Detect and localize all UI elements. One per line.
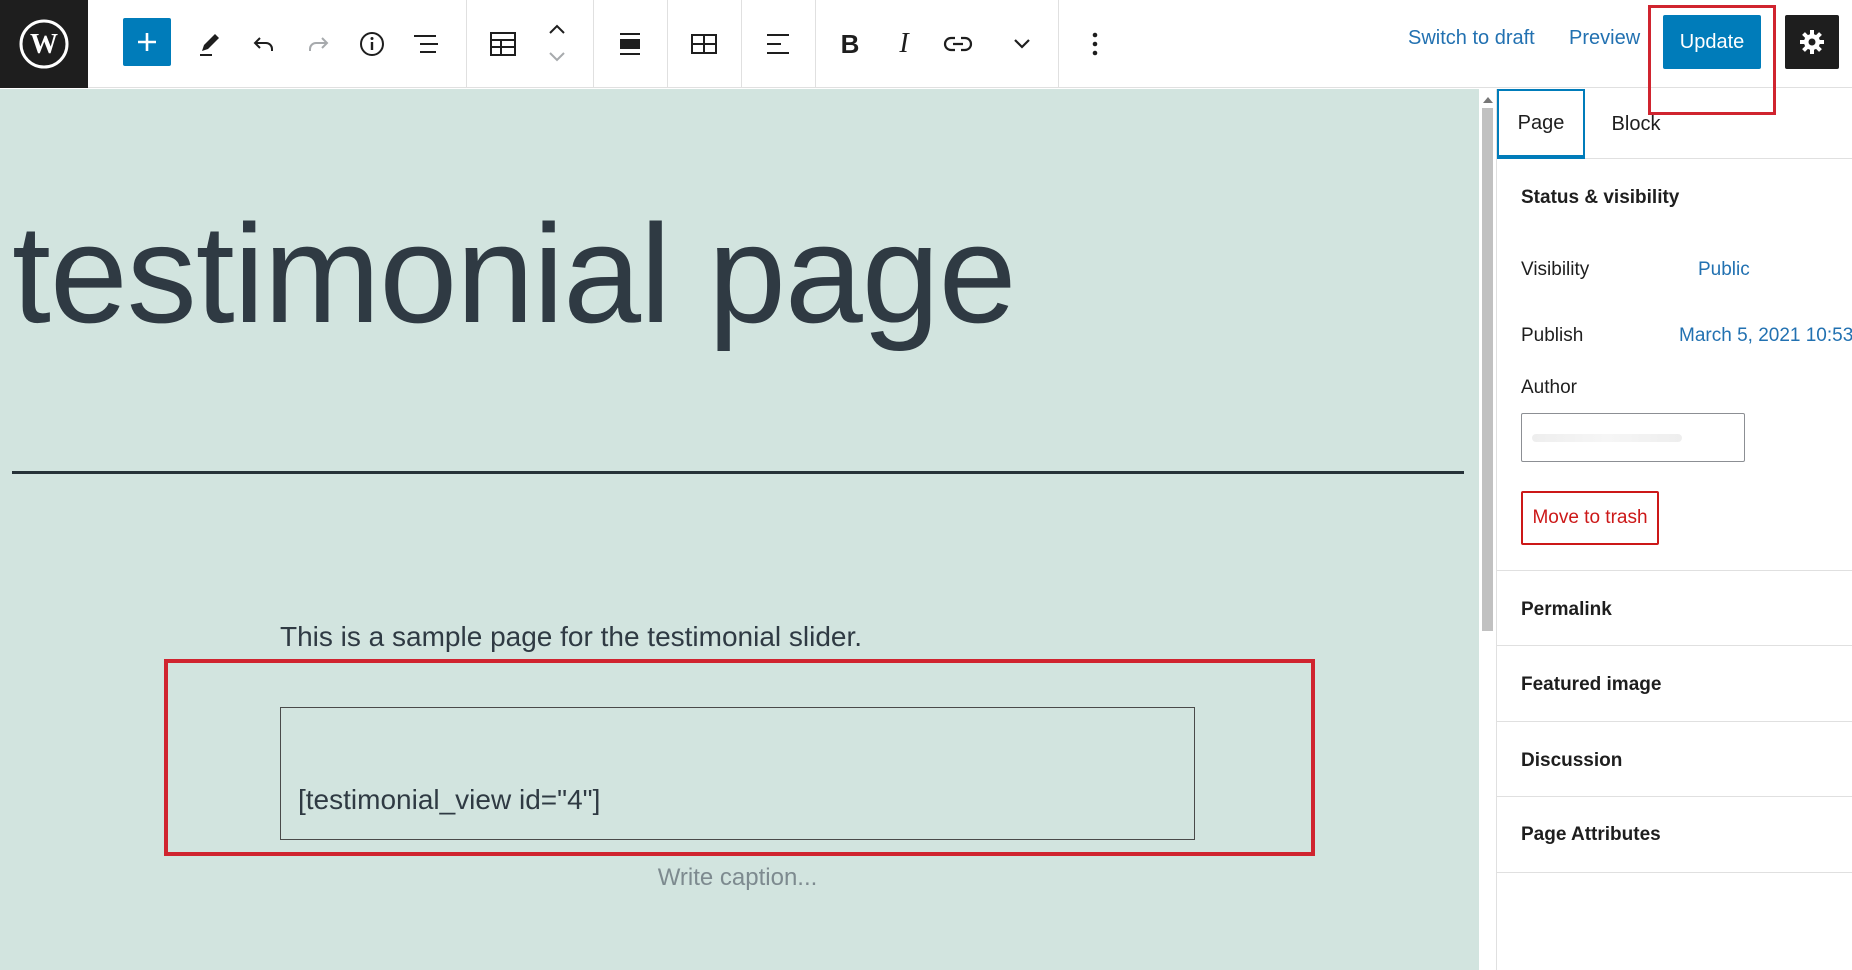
align-button[interactable]: [603, 17, 657, 71]
intro-paragraph[interactable]: This is a sample page for the testimonia…: [280, 621, 862, 653]
chevron-down-icon: [1014, 39, 1030, 49]
separator-block[interactable]: [12, 471, 1464, 474]
sidebar-tabs: Page Block: [1497, 89, 1852, 159]
gear-icon: [1800, 30, 1824, 54]
list-view-button[interactable]: [399, 17, 453, 71]
move-up-button[interactable]: [530, 14, 584, 44]
undo-icon: [253, 37, 273, 51]
tools-button[interactable]: [183, 17, 237, 71]
move-down-icon: [549, 52, 565, 62]
move-up-icon: [549, 24, 565, 34]
tab-page[interactable]: Page: [1497, 89, 1585, 159]
bold-icon: B: [840, 28, 860, 59]
add-block-button[interactable]: [123, 18, 171, 66]
block-options-button[interactable]: [1068, 17, 1122, 71]
wordpress-logo-icon[interactable]: W: [0, 0, 88, 88]
shortcode-text[interactable]: [testimonial_view id="4"]: [298, 784, 600, 816]
settings-sidebar: Page Block Status & visibility Visibilit…: [1496, 89, 1852, 970]
details-button[interactable]: [345, 17, 399, 71]
pen-icon: [200, 34, 219, 56]
publish-date[interactable]: March 5, 2021 10:53: [1679, 325, 1852, 347]
block-type-button[interactable]: [476, 17, 530, 71]
bold-button[interactable]: B: [823, 17, 877, 71]
panel-permalink[interactable]: Permalink: [1521, 599, 1612, 621]
status-visibility-heading[interactable]: Status & visibility: [1521, 187, 1679, 209]
shortcode-block[interactable]: [testimonial_view id="4"]: [280, 707, 1195, 840]
scrollbar-thumb[interactable]: [1482, 108, 1493, 631]
info-icon: [360, 32, 384, 56]
svg-text:W: W: [30, 29, 58, 60]
redo-button[interactable]: [291, 17, 345, 71]
panel-discussion[interactable]: Discussion: [1521, 750, 1622, 772]
update-button[interactable]: Update: [1663, 15, 1761, 69]
page-title[interactable]: testimonial page: [12, 204, 1017, 344]
visibility-label: Visibility: [1521, 259, 1590, 280]
list-view-icon: [414, 35, 438, 53]
link-icon: [943, 36, 973, 52]
editor-toolbar: W B I Switch to draft Preview Update: [0, 0, 1852, 88]
align-icon: [620, 33, 640, 55]
publish-label: Publish: [1521, 325, 1584, 346]
author-label: Author: [1521, 377, 1577, 398]
undo-button[interactable]: [237, 17, 291, 71]
more-options-icon: [1092, 32, 1098, 56]
table-edit-button[interactable]: [677, 17, 731, 71]
preview-button[interactable]: Preview: [1569, 27, 1640, 50]
move-down-button[interactable]: [530, 44, 584, 70]
text-align-button[interactable]: [751, 17, 805, 71]
panel-page-attributes[interactable]: Page Attributes: [1521, 824, 1661, 846]
author-name-redacted: [1532, 434, 1682, 442]
plus-icon: [138, 33, 156, 51]
move-to-trash-button[interactable]: Move to trash: [1521, 491, 1659, 545]
scroll-up-icon[interactable]: [1483, 97, 1493, 103]
settings-button[interactable]: [1785, 15, 1839, 69]
link-button[interactable]: [931, 17, 985, 71]
more-formats-button[interactable]: [995, 17, 1049, 71]
table-icon: [490, 32, 516, 56]
redo-icon: [309, 37, 329, 51]
grid-icon: [691, 34, 717, 54]
text-align-icon: [767, 34, 789, 54]
tab-block[interactable]: Block: [1585, 89, 1687, 159]
visibility-value[interactable]: Public: [1698, 259, 1750, 281]
italic-button[interactable]: I: [877, 17, 931, 71]
caption-placeholder[interactable]: Write caption...: [280, 864, 1195, 892]
author-select[interactable]: [1521, 413, 1745, 462]
editor-canvas[interactable]: testimonial page This is a sample page f…: [0, 89, 1479, 970]
italic-icon: I: [899, 28, 909, 59]
panel-featured-image[interactable]: Featured image: [1521, 674, 1661, 696]
switch-to-draft-button[interactable]: Switch to draft: [1408, 27, 1535, 50]
